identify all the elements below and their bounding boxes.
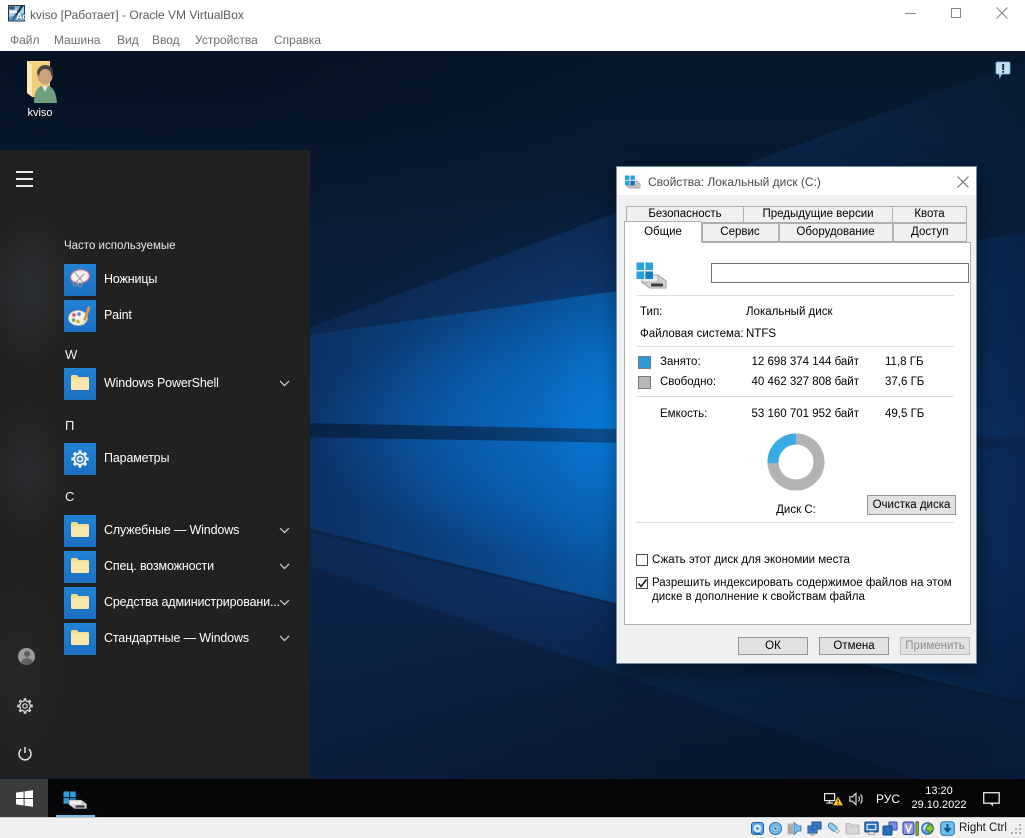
svg-text:Ac: Ac <box>16 12 25 22</box>
